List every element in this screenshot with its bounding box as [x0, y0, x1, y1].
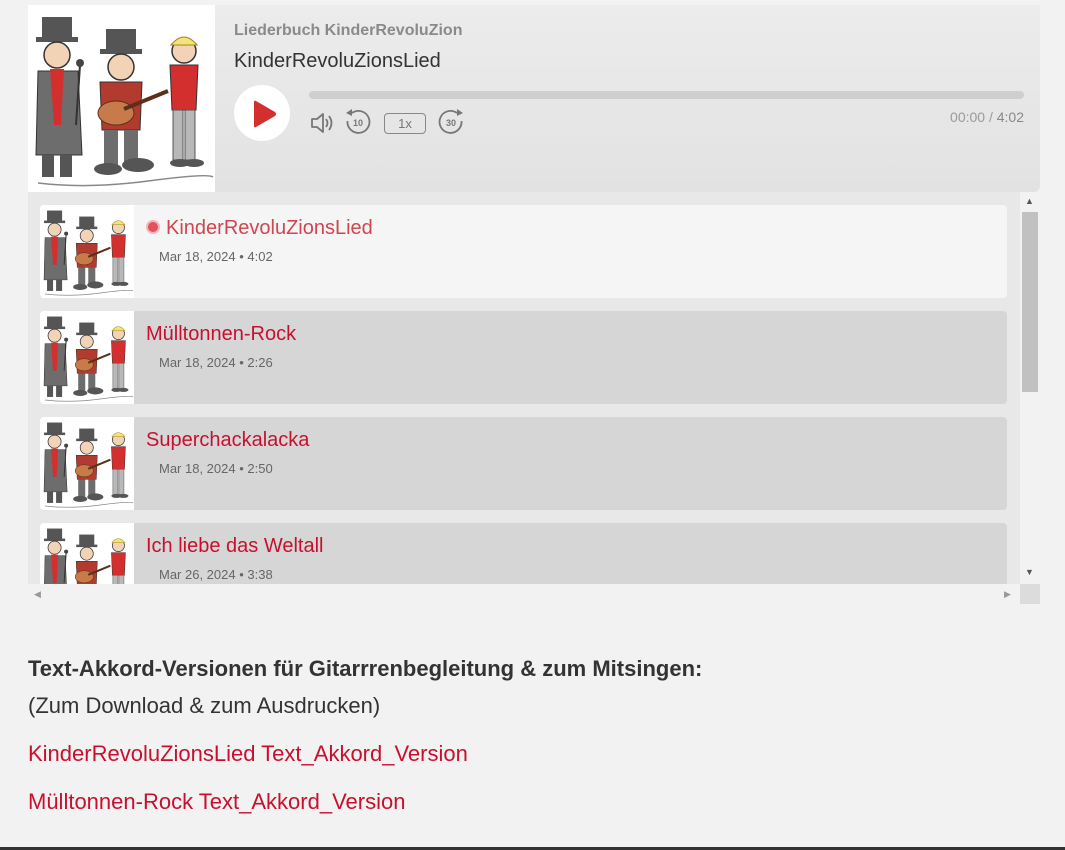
skip-forward-button[interactable]: 30	[437, 108, 465, 141]
podcast-title: Liederbuch KinderRevoluZion	[234, 22, 463, 39]
rewind-10-icon: 10	[346, 109, 371, 134]
skip-back-label: 10	[353, 118, 363, 128]
download-link-muelltonnen-rock[interactable]: Mülltonnen-Rock Text_Akkord_Version	[28, 789, 405, 815]
progress-bar[interactable]	[309, 91, 1024, 99]
episode-title: Ich liebe das Weltall	[146, 535, 324, 557]
episode-thumbnail	[40, 523, 134, 584]
episode-item[interactable]: Superchackalacka Mar 18, 2024 • 2:50	[40, 417, 1007, 510]
scroll-left-arrow-icon[interactable]: ◀	[34, 589, 41, 599]
time-total: 4:02	[996, 109, 1024, 125]
play-icon	[254, 100, 276, 128]
episode-title: KinderRevoluZionsLied	[166, 217, 373, 239]
time-current: 00:00	[950, 109, 986, 125]
forward-30-icon: 30	[438, 109, 463, 134]
horizontal-scrollbar[interactable]: ◀ ▶	[28, 584, 1020, 604]
time-separator: /	[988, 109, 993, 125]
episode-list-container: KinderRevoluZionsLied Mar 18, 2024 • 4:0…	[28, 192, 1040, 604]
download-link-kinderrevoluzionslied[interactable]: KinderRevoluZionsLied Text_Akkord_Versio…	[28, 741, 468, 767]
skip-back-button[interactable]: 10	[344, 108, 372, 141]
now-playing-dot-icon	[148, 222, 158, 232]
episode-item[interactable]: Ich liebe das Weltall Mar 26, 2024 • 3:3…	[40, 523, 1007, 584]
playback-speed-button[interactable]: 1x	[384, 113, 426, 134]
vertical-scrollbar[interactable]: ▲ ▼	[1020, 192, 1040, 584]
play-button[interactable]	[234, 85, 290, 141]
episode-thumbnail	[40, 205, 134, 298]
episode-item[interactable]: Mülltonnen-Rock Mar 18, 2024 • 2:26	[40, 311, 1007, 404]
episode-meta: Mar 18, 2024 • 2:50	[159, 461, 273, 476]
time-display: 00:00 / 4:02	[950, 109, 1024, 125]
volume-icon	[311, 113, 333, 133]
episode-meta: Mar 26, 2024 • 3:38	[159, 567, 273, 582]
episode-meta: Mar 18, 2024 • 4:02	[159, 249, 273, 264]
section-heading: Text-Akkord-Versionen für Gitarrrenbegle…	[28, 656, 703, 681]
episode-item[interactable]: KinderRevoluZionsLied Mar 18, 2024 • 4:0…	[40, 205, 1007, 298]
episode-thumbnail	[40, 311, 134, 404]
episode-title: KinderRevoluZionsLied	[234, 50, 441, 72]
scroll-up-arrow-icon[interactable]: ▲	[1025, 196, 1034, 206]
episode-thumbnail	[40, 417, 134, 510]
scrollbar-thumb[interactable]	[1022, 212, 1038, 392]
cover-art	[28, 5, 215, 192]
episode-meta: Mar 18, 2024 • 2:26	[159, 355, 273, 370]
mute-button[interactable]	[309, 110, 335, 141]
skip-forward-label: 30	[446, 118, 456, 128]
episode-title: Superchackalacka	[146, 429, 310, 451]
podcast-player: Liederbuch KinderRevoluZion KinderRevolu…	[28, 5, 1040, 192]
scroll-down-arrow-icon[interactable]: ▼	[1025, 567, 1034, 577]
scroll-right-arrow-icon[interactable]: ▶	[1004, 589, 1011, 599]
section-subheading: (Zum Download & zum Ausdrucken)	[28, 693, 381, 718]
episode-list[interactable]: KinderRevoluZionsLied Mar 18, 2024 • 4:0…	[28, 192, 1020, 584]
scrollbar-corner	[1020, 584, 1040, 604]
episode-title: Mülltonnen-Rock	[146, 323, 297, 345]
